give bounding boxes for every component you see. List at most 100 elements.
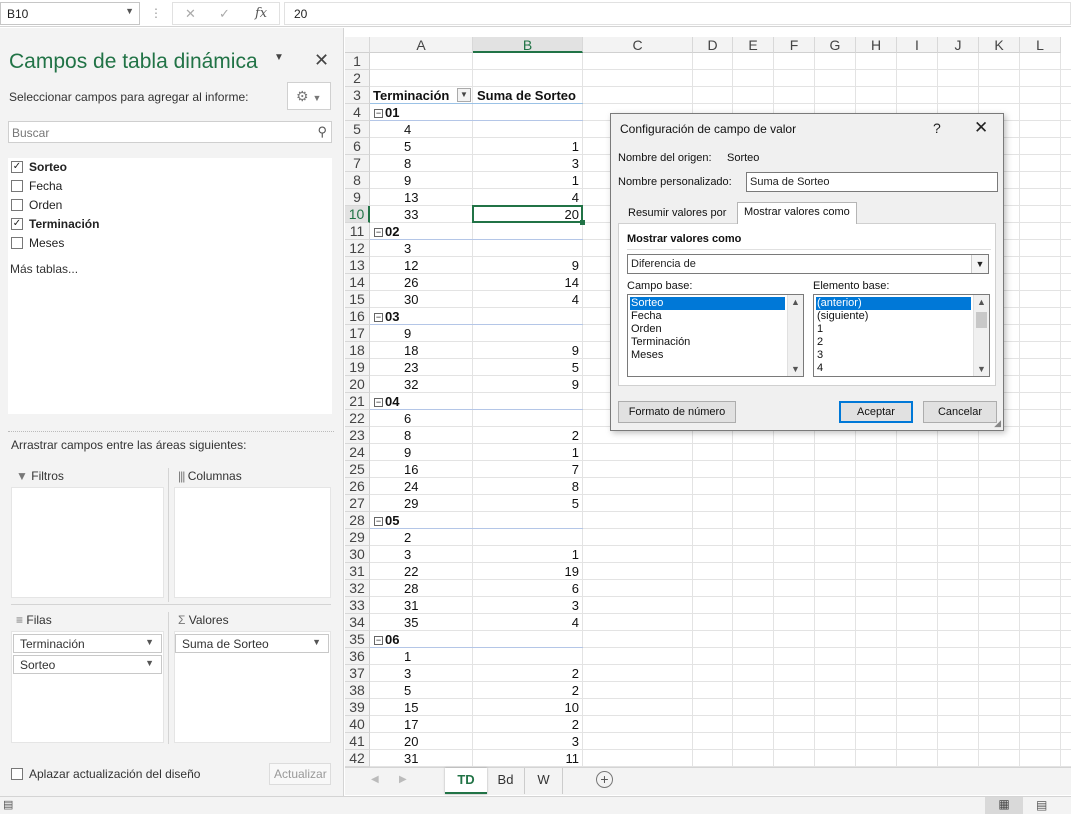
value-cell[interactable]: 1 <box>473 546 579 563</box>
row-header-22[interactable]: 22 <box>345 410 370 427</box>
column-header-d[interactable]: D <box>693 37 733 53</box>
row-header-12[interactable]: 12 <box>345 240 370 257</box>
row-label-cell[interactable]: 15 <box>404 699 418 716</box>
row-label-cell[interactable]: 5 <box>404 682 411 699</box>
chevron-down-icon[interactable]: ▼ <box>977 364 986 374</box>
column-header-a[interactable]: A <box>370 37 473 53</box>
value-cell[interactable]: 8 <box>473 478 579 495</box>
custom-name-input[interactable]: Suma de Sorteo <box>746 172 998 192</box>
row-header-42[interactable]: 42 <box>345 750 370 767</box>
value-cell[interactable]: 1 <box>473 172 579 189</box>
row-label-cell[interactable]: 28 <box>404 580 418 597</box>
row-label-cell[interactable]: 30 <box>404 291 418 308</box>
pivot-header-suma-sorteo[interactable]: Suma de Sorteo <box>477 87 576 104</box>
row-header-30[interactable]: 30 <box>345 546 370 563</box>
field-item-fecha[interactable]: Fecha <box>11 177 62 195</box>
row-label-cell[interactable]: 29 <box>404 495 418 512</box>
value-cell[interactable]: 4 <box>473 189 579 206</box>
row-header-11[interactable]: 11 <box>345 223 370 240</box>
row-header-6[interactable]: 6 <box>345 138 370 155</box>
search-input[interactable]: Buscar ⚲ <box>8 121 332 143</box>
row-header-32[interactable]: 32 <box>345 580 370 597</box>
collapse-icon[interactable]: − <box>374 109 383 119</box>
chevron-down-icon[interactable]: ▼ <box>125 6 134 16</box>
row-label-cell[interactable]: 12 <box>404 257 418 274</box>
tools-button[interactable]: ⚙ ▼ <box>287 82 331 110</box>
row-header-7[interactable]: 7 <box>345 155 370 172</box>
base-item-list[interactable]: (anterior) (siguiente) 1 2 3 4 ▲ ▼ <box>813 294 990 377</box>
row-label-cell[interactable]: 32 <box>404 376 418 393</box>
row-label-cell[interactable]: 20 <box>404 733 418 750</box>
update-button[interactable]: Actualizar <box>269 763 331 785</box>
filter-dropdown-icon[interactable]: ▼ <box>457 88 471 102</box>
row-header-40[interactable]: 40 <box>345 716 370 733</box>
value-cell[interactable]: 7 <box>473 461 579 478</box>
row-header-16[interactable]: 16 <box>345 308 370 325</box>
resize-grip-icon[interactable]: ◢ <box>994 418 1001 429</box>
chevron-down-icon[interactable]: ▼ <box>312 637 321 647</box>
row-header-28[interactable]: 28 <box>345 512 370 529</box>
value-cell[interactable]: 1 <box>473 444 579 461</box>
values-pill-suma-sorteo[interactable]: Suma de Sorteo ▼ <box>175 634 329 653</box>
list-item[interactable]: 4 <box>816 362 823 375</box>
value-cell[interactable]: 6 <box>473 580 579 597</box>
value-cell[interactable]: 9 <box>473 342 579 359</box>
number-format-button[interactable]: Formato de número <box>618 401 736 423</box>
value-cell[interactable]: 2 <box>473 682 579 699</box>
tab-scroll-right-icon[interactable]: ▶ <box>399 774 407 785</box>
row-header-35[interactable]: 35 <box>345 631 370 648</box>
row-label-cell[interactable]: 26 <box>404 274 418 291</box>
chevron-down-icon[interactable]: ▼ <box>145 637 154 647</box>
row-label-cell[interactable]: 9 <box>404 325 411 342</box>
name-box[interactable]: B10 ▼ <box>0 2 140 25</box>
defer-update-option[interactable]: Aplazar actualización del diseño <box>11 767 200 781</box>
row-header-5[interactable]: 5 <box>345 121 370 138</box>
value-cell[interactable]: 11 <box>473 750 580 767</box>
row-label-cell[interactable]: 1 <box>404 648 411 665</box>
value-cell[interactable]: 10 <box>473 699 579 716</box>
value-cell[interactable]: 5 <box>473 359 579 376</box>
row-header-26[interactable]: 26 <box>345 478 370 495</box>
value-cell[interactable]: 9 <box>473 257 579 274</box>
value-cell[interactable]: 2 <box>473 716 579 733</box>
normal-view-icon[interactable]: ▦ <box>985 797 1023 814</box>
chevron-up-icon[interactable]: ▲ <box>791 297 800 307</box>
value-cell[interactable]: 5 <box>473 495 579 512</box>
row-label-cell[interactable]: 17 <box>404 716 418 733</box>
checkbox-checked[interactable]: ✓ <box>11 161 23 173</box>
row-label-cell[interactable]: 35 <box>404 614 418 631</box>
row-header-39[interactable]: 39 <box>345 699 370 716</box>
value-cell[interactable]: 3 <box>473 733 579 750</box>
column-header-c[interactable]: C <box>583 37 693 53</box>
row-header-34[interactable]: 34 <box>345 614 370 631</box>
row-header-20[interactable]: 20 <box>345 376 370 393</box>
row-header-25[interactable]: 25 <box>345 461 370 478</box>
value-cell[interactable]: 2 <box>473 427 579 444</box>
list-item[interactable]: Meses <box>630 349 663 362</box>
row-header-24[interactable]: 24 <box>345 444 370 461</box>
row-header-10[interactable]: 10 <box>345 206 370 223</box>
cancel-icon[interactable]: ✕ <box>185 6 196 22</box>
filters-drop-zone[interactable] <box>11 487 164 598</box>
chevron-down-icon[interactable]: ▼ <box>274 52 284 63</box>
base-field-list[interactable]: Sorteo Fecha Orden Terminación Meses ▲ ▼ <box>627 294 804 377</box>
macro-record-icon[interactable]: ▤ <box>3 798 13 811</box>
value-cell[interactable]: 14 <box>473 274 579 291</box>
pivot-group-row[interactable]: −05 <box>374 512 399 529</box>
field-item-sorteo[interactable]: ✓ Sorteo <box>11 158 67 176</box>
list-item[interactable]: Terminación <box>630 336 690 349</box>
value-cell[interactable]: 4 <box>473 291 579 308</box>
list-item[interactable]: 2 <box>816 336 823 349</box>
row-label-cell[interactable]: 8 <box>404 427 411 444</box>
row-header-14[interactable]: 14 <box>345 274 370 291</box>
value-cell[interactable]: 1 <box>473 138 579 155</box>
add-sheet-icon[interactable]: + <box>596 771 613 788</box>
checkbox[interactable] <box>11 768 23 780</box>
more-options-icon[interactable]: ⋮ <box>150 6 162 20</box>
value-cell[interactable]: 3 <box>473 155 579 172</box>
pivot-group-row[interactable]: −04 <box>374 393 399 410</box>
row-header-33[interactable]: 33 <box>345 597 370 614</box>
help-icon[interactable]: ? <box>933 120 941 136</box>
close-icon[interactable]: ✕ <box>974 118 988 138</box>
row-header-2[interactable]: 2 <box>345 70 370 87</box>
